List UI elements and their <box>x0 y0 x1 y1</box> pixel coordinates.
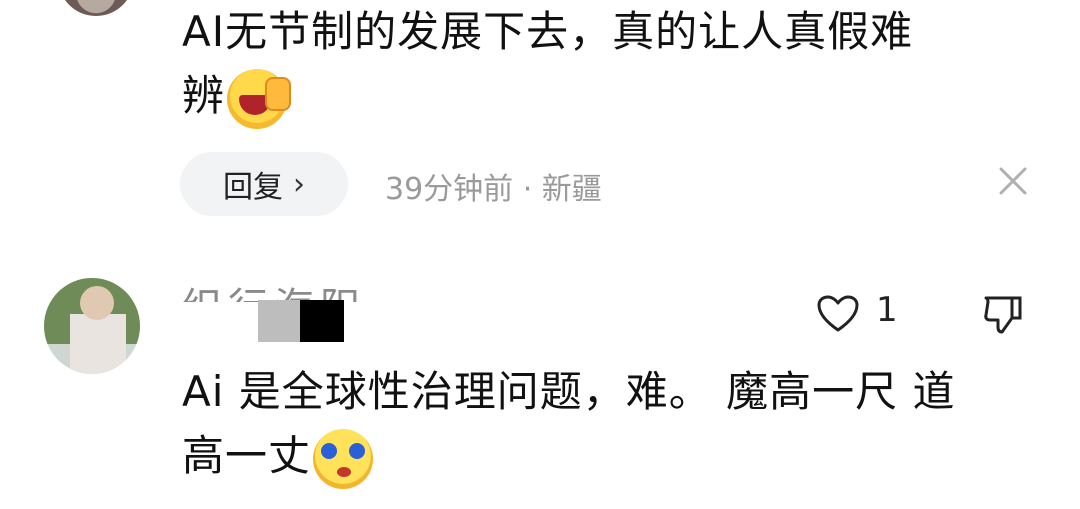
avatar-face <box>80 286 114 320</box>
comment-text: AI无节制的发展下去，真的让人真假难 辨 <box>182 0 1042 129</box>
comment-line-text: 高一丈 <box>182 431 312 480</box>
comment-line-text: 辨 <box>182 71 226 120</box>
reply-button[interactable]: 回复 › <box>180 152 348 216</box>
avatar[interactable] <box>58 0 134 16</box>
comment-text: Ai 是全球性治理问题，难。 魔高一尺 道 高一丈 <box>182 360 1042 489</box>
comment-line: 高一丈 <box>182 424 1042 489</box>
laugh-cry-emoji-icon <box>227 68 292 129</box>
redaction-block <box>300 300 344 342</box>
heart-outline-icon[interactable] <box>816 294 860 334</box>
comment-meta: 39分钟前 · 新疆 <box>385 172 602 207</box>
teary-face-emoji-icon <box>313 428 374 489</box>
comment-line: AI无节制的发展下去，真的让人真假难 <box>182 7 914 56</box>
username[interactable]: 织行海阳 <box>182 278 366 302</box>
avatar[interactable] <box>44 278 140 374</box>
comment-line: 辨 <box>182 64 1042 129</box>
redaction-block <box>258 300 300 342</box>
avatar-body <box>70 314 126 374</box>
thumbs-down-icon[interactable] <box>982 292 1024 336</box>
comment-line: Ai 是全球性治理问题，难。 魔高一尺 道 <box>182 367 956 416</box>
chevron-right-icon: › <box>293 166 305 202</box>
like-count: 1 <box>876 290 898 330</box>
close-icon[interactable] <box>996 164 1030 198</box>
reply-label: 回复 <box>223 170 283 205</box>
